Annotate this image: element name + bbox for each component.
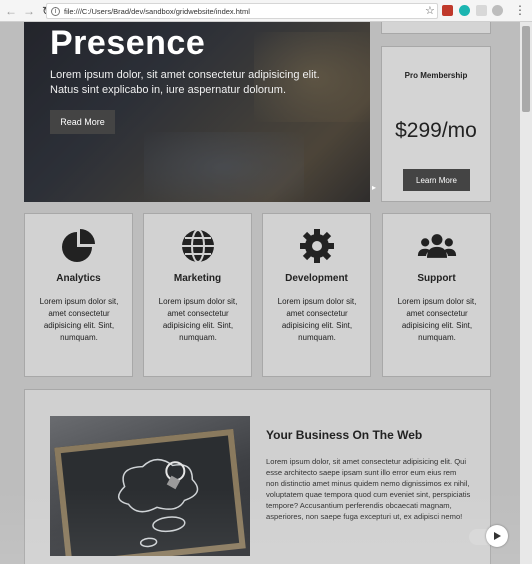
info-icon[interactable]: i — [51, 6, 60, 16]
play-icon — [494, 532, 501, 540]
card-text: Lorem ipsum dolor sit, amet consectetur … — [397, 297, 477, 342]
card-title: Support — [417, 273, 456, 284]
bookmark-star-icon[interactable]: ☆ — [425, 4, 435, 17]
card-title: Marketing — [173, 273, 222, 284]
pro-membership-price: $299/mo — [395, 119, 477, 142]
showcase-text: Lorem ipsum dolor, sit amet consectetur … — [50, 69, 320, 96]
mouse-cursor-icon: ▸ — [372, 183, 377, 192]
address-bar[interactable]: i file:///C:/Users/Brad/dev/sandbox/grid… — [46, 3, 438, 19]
video-overlay — [0, 488, 520, 564]
browser-toolbar: ← → ↻ i file:///C:/Users/Brad/dev/sandbo… — [0, 0, 532, 22]
page-content: Presence Lorem ipsum dolor, sit amet con… — [0, 22, 520, 564]
learn-more-button[interactable]: Learn More — [403, 169, 470, 191]
back-arrow-icon[interactable]: ← — [4, 4, 18, 18]
address-url: file:///C:/Users/Brad/dev/sandbox/gridwe… — [64, 6, 250, 16]
extension-icon[interactable] — [476, 5, 487, 16]
card-analytics: Analytics Lorem ipsum dolor sit, amet co… — [24, 213, 133, 377]
card-text: Lorem ipsum dolor sit, amet consectetur … — [39, 297, 119, 342]
showcase-heading: Presence — [50, 24, 206, 62]
globe-icon — [178, 228, 218, 264]
extension-icon[interactable] — [442, 5, 453, 16]
extension-icon[interactable] — [492, 5, 503, 16]
pro-membership-box: Pro Membership $299/mo Learn More — [381, 46, 491, 202]
top-box — [381, 22, 491, 34]
scrollbar-thumb[interactable] — [522, 26, 530, 112]
card-support: Support Lorem ipsum dolor sit, amet cons… — [382, 213, 491, 377]
vertical-scrollbar[interactable] — [520, 22, 532, 564]
card-text: Lorem ipsum dolor sit, amet consectetur … — [158, 297, 238, 342]
showcase: Presence Lorem ipsum dolor, sit amet con… — [24, 22, 370, 202]
card-development: Development Lorem ipsum dolor sit, amet … — [262, 213, 371, 377]
card-title: Development — [285, 273, 348, 284]
read-more-button[interactable]: Read More — [50, 110, 115, 134]
extension-icon[interactable] — [459, 5, 470, 16]
business-heading: Your Business On The Web — [266, 428, 423, 442]
play-button[interactable] — [486, 525, 508, 547]
users-icon — [417, 228, 457, 264]
card-marketing: Marketing Lorem ipsum dolor sit, amet co… — [143, 213, 252, 377]
forward-arrow-icon[interactable]: → — [22, 4, 36, 18]
browser-menu-icon[interactable]: ⋮ — [514, 3, 526, 17]
pie-chart-icon — [59, 228, 99, 264]
pro-membership-title: Pro Membership — [404, 71, 468, 80]
card-text: Lorem ipsum dolor sit, amet consectetur … — [277, 297, 357, 342]
cog-icon — [297, 228, 337, 264]
card-title: Analytics — [56, 273, 101, 284]
